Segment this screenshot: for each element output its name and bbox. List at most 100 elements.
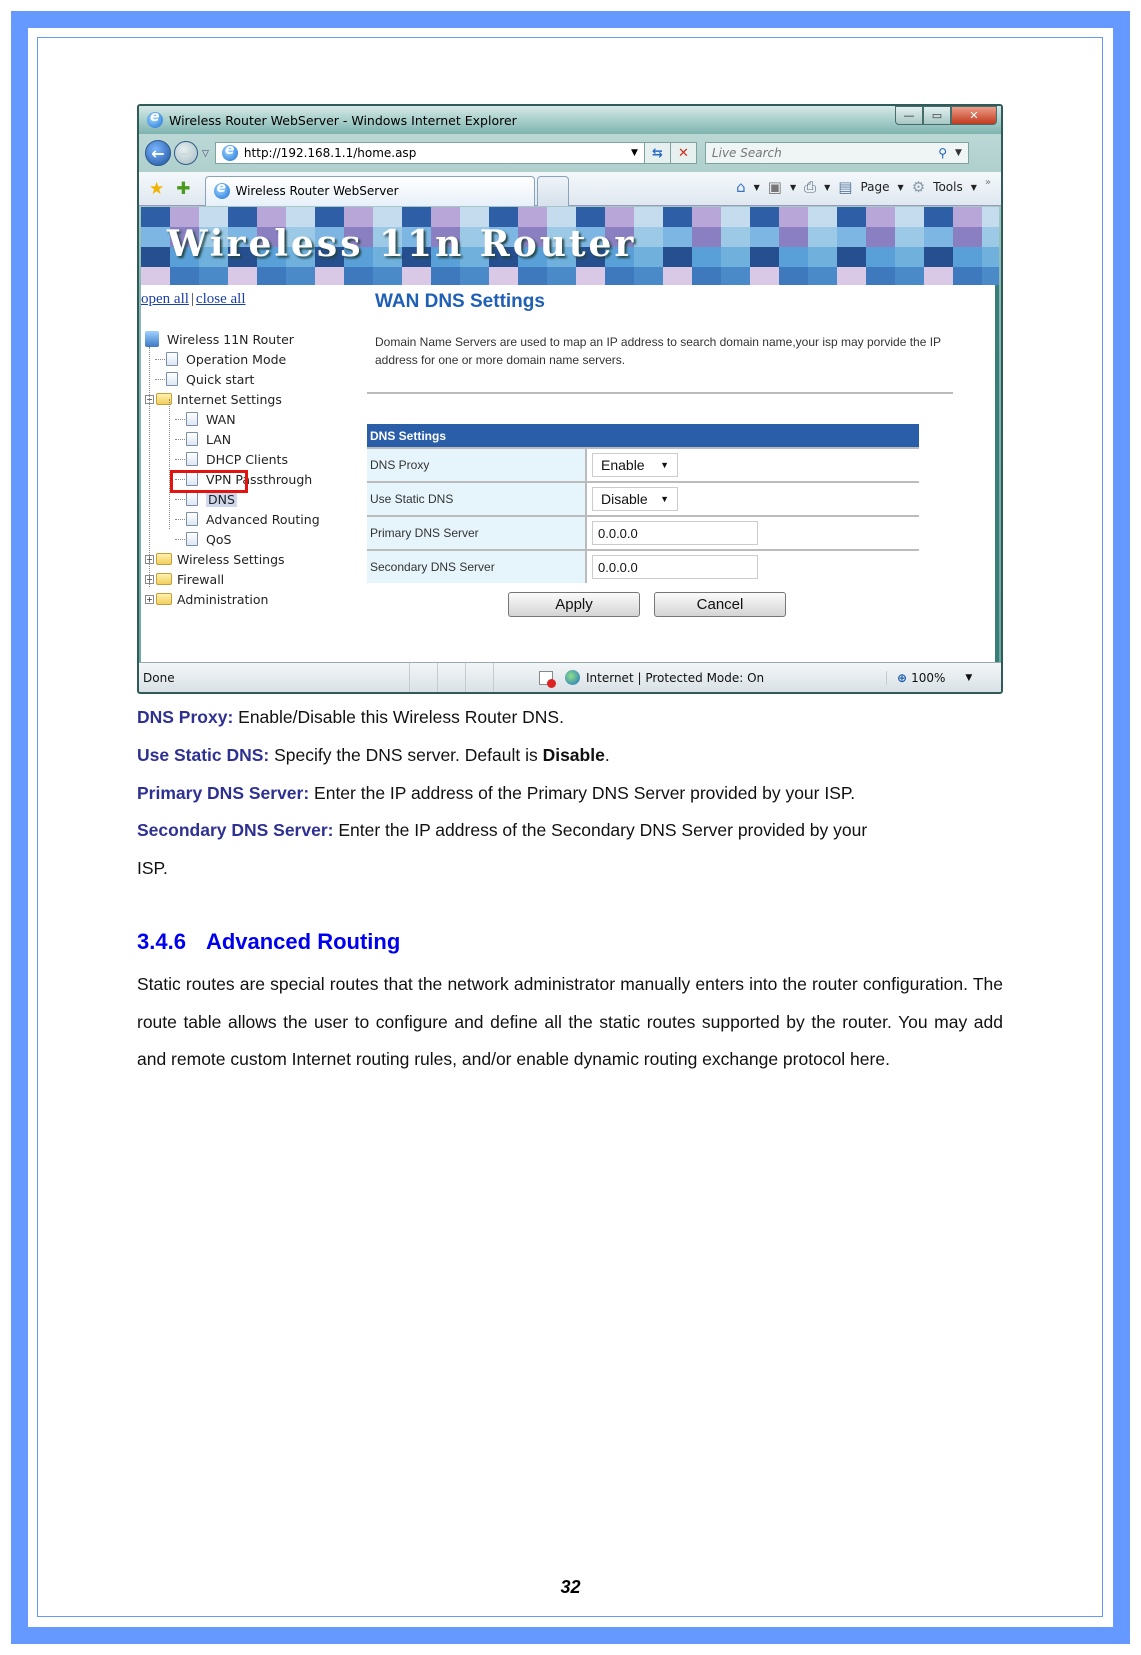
secondary-dns-input[interactable]: [592, 555, 758, 579]
sidebar-item-wireless-11n-router[interactable]: Wireless 11N Router: [145, 329, 320, 349]
address-dropdown-icon[interactable]: ▼: [631, 148, 638, 158]
search-icon[interactable]: ⚲: [938, 146, 947, 160]
address-bar[interactable]: http://192.168.1.1/home.asp ▼: [214, 142, 645, 164]
router-sidebar: open all | close all Wireless 11N Router Op…: [141, 285, 356, 662]
close-all-link[interactable]: close all: [196, 291, 246, 307]
recent-pages-dropdown[interactable]: ▽: [202, 148, 209, 159]
status-text: Done: [143, 670, 175, 685]
search-options-dropdown-icon[interactable]: ▼: [955, 148, 962, 158]
search-input[interactable]: Live Search ⚲ ▼: [704, 142, 969, 164]
banner-tile: [837, 207, 866, 227]
sidebar-item-label: Administration: [177, 591, 269, 607]
popup-blocked-icon[interactable]: [539, 670, 556, 688]
sidebar-item-advanced-routing[interactable]: Advanced Routing: [145, 509, 320, 529]
sidebar-item-wireless-settings[interactable]: + Wireless Settings: [145, 549, 320, 569]
banner-tile: [982, 227, 999, 247]
zoom-control[interactable]: ⊕ 100% ▼: [886, 670, 972, 685]
banner-tile: [750, 247, 779, 267]
zoom-dropdown-icon[interactable]: ▼: [965, 673, 972, 683]
sidebar-item-qos[interactable]: QoS: [145, 529, 320, 549]
banner-tile: [779, 207, 808, 227]
print-icon[interactable]: ⎙: [804, 178, 816, 196]
command-bar: ★ ✚ Wireless Router WebServer ⌂ ▼ ▣ ▼ ⎙ ▼ ▤…: [139, 172, 1001, 206]
cancel-button[interactable]: Cancel: [654, 592, 786, 617]
banner-tile: [866, 247, 895, 267]
section-number: 3.4.6: [137, 929, 186, 954]
chevron-down-icon: ▼: [660, 460, 669, 470]
expand-icon[interactable]: +: [145, 594, 154, 604]
page-dropdown-icon[interactable]: ▼: [898, 183, 904, 192]
status-bar: Done Internet | Protected Mode: On ⊕ 100…: [139, 662, 1001, 692]
banner-tile: [663, 267, 692, 285]
arrow-right-icon: →: [179, 143, 193, 163]
address-url[interactable]: http://192.168.1.1/home.asp: [244, 146, 631, 160]
favorites-star-icon[interactable]: ★: [149, 179, 164, 199]
banner-tile: [634, 267, 663, 285]
sidebar-item-label: LAN: [206, 431, 232, 447]
banner-tile: [431, 267, 460, 285]
tree-connector: [175, 418, 185, 420]
banner-tile: [750, 207, 779, 227]
form-buttons: Apply Cancel: [508, 592, 786, 617]
sidebar-item-quick-start[interactable]: Quick start: [145, 369, 320, 389]
sidebar-item-label: Internet Settings: [177, 391, 282, 407]
section-heading: 3.4.6 Advanced Routing: [137, 929, 400, 955]
open-all-link[interactable]: open all: [141, 291, 189, 307]
feeds-icon[interactable]: ▣: [768, 178, 782, 196]
home-icon[interactable]: ⌂: [736, 178, 746, 196]
banner-tile: [779, 247, 808, 267]
browser-tab[interactable]: Wireless Router WebServer: [204, 175, 535, 206]
banner-tile: [344, 267, 373, 285]
tools-menu[interactable]: Tools: [933, 180, 963, 194]
banner-tile: [373, 267, 402, 285]
refresh-button[interactable]: ⇆: [644, 142, 671, 164]
dns-proxy-select[interactable]: Enable ▼: [592, 453, 678, 477]
banner-tile: [982, 207, 999, 227]
banner-tile: [779, 267, 808, 285]
static-dns-select[interactable]: Disable ▼: [592, 487, 678, 511]
security-zone[interactable]: Internet | Protected Mode: On: [586, 671, 886, 685]
sidebar-item-firewall[interactable]: + Firewall: [145, 569, 320, 589]
more-commands-chevron[interactable]: »: [985, 177, 991, 188]
sidebar-item-wan[interactable]: WAN: [145, 409, 320, 429]
tree-toggle-links: open all | close all: [141, 291, 246, 308]
back-button[interactable]: ←: [145, 140, 171, 166]
window-controls: — ▭ ✕: [895, 106, 997, 125]
banner-tile: [750, 227, 779, 247]
banner-tile: [866, 207, 895, 227]
globe-icon: [565, 670, 580, 685]
forward-button[interactable]: →: [174, 141, 198, 165]
router-icon: [145, 331, 159, 347]
new-tab-button[interactable]: [536, 175, 569, 206]
page-icon-cmd: ▤: [838, 178, 853, 196]
feeds-dropdown-icon[interactable]: ▼: [790, 183, 796, 192]
banner-tile: [982, 267, 999, 285]
sidebar-item-internet-settings[interactable]: − Internet Settings: [145, 389, 320, 409]
page-menu[interactable]: Page: [860, 180, 889, 194]
banner-tile: [141, 207, 170, 227]
print-dropdown-icon[interactable]: ▼: [824, 183, 830, 192]
page-icon: [186, 512, 198, 526]
tools-dropdown-icon[interactable]: ▼: [971, 183, 977, 192]
navigation-bar: ← → ▽ http://192.168.1.1/home.asp ▼ ⇆ ✕ …: [139, 136, 1001, 170]
sidebar-item-label: Wireless 11N Router: [167, 331, 294, 347]
command-items: ⌂ ▼ ▣ ▼ ⎙ ▼ ▤ Page ▼ ⚙ Tools ▼ »: [736, 177, 991, 197]
banner-tile: [953, 247, 982, 267]
banner-tile: [518, 267, 547, 285]
home-dropdown-icon[interactable]: ▼: [754, 183, 760, 192]
close-button[interactable]: ✕: [951, 106, 997, 125]
sidebar-item-administration[interactable]: + Administration: [145, 589, 320, 609]
viewport-edge: [995, 285, 999, 662]
dns-proxy-label: DNS Proxy: [367, 447, 587, 481]
maximize-button[interactable]: ▭: [923, 106, 951, 125]
primary-dns-input[interactable]: [592, 521, 758, 545]
page-icon: [166, 372, 178, 386]
sidebar-item-dhcp-clients[interactable]: DHCP Clients: [145, 449, 320, 469]
apply-button[interactable]: Apply: [508, 592, 640, 617]
sidebar-item-operation-mode[interactable]: Operation Mode: [145, 349, 320, 369]
sidebar-item-lan[interactable]: LAN: [145, 429, 320, 449]
banner-tile: [895, 227, 924, 247]
minimize-button[interactable]: —: [895, 106, 923, 125]
stop-button[interactable]: ✕: [670, 142, 697, 164]
add-favorites-icon[interactable]: ✚: [176, 179, 190, 199]
